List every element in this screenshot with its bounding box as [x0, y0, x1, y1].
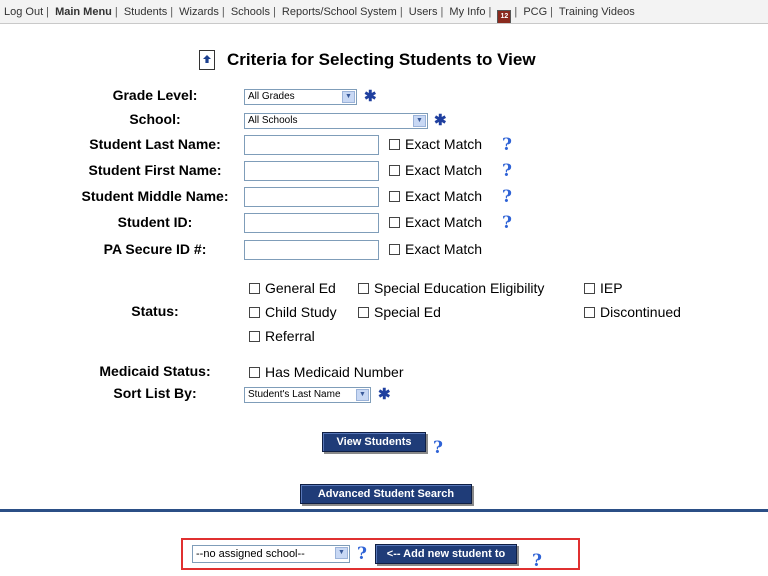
nav-training-videos[interactable]: Training Videos	[559, 6, 635, 18]
sort-list-by-label: Sort List By:	[113, 385, 197, 401]
middle-name-exact-match[interactable]: Exact Match	[389, 188, 482, 204]
required-asterisk-icon: ✱	[434, 112, 447, 129]
nav-schools[interactable]: Schools	[231, 6, 270, 18]
nav-reports-school-system[interactable]: Reports/School System	[282, 6, 397, 18]
nav-students[interactable]: Students	[124, 6, 167, 18]
student-middle-name-input[interactable]	[244, 187, 379, 207]
student-first-name-label: Student First Name:	[88, 162, 222, 178]
help-question-icon[interactable]: ?	[532, 553, 542, 570]
nav-main-menu[interactable]: Main Menu	[55, 6, 112, 18]
top-navigation-bar: Log Out | Main Menu | Students | Wizards | S…	[0, 0, 768, 24]
help-question-icon[interactable]: ?	[502, 189, 512, 206]
page-header: Criteria for Selecting Students to View	[199, 48, 536, 72]
status-iep-checkbox[interactable]	[584, 282, 595, 294]
add-new-student-button[interactable]: <-- Add new student to	[375, 544, 517, 564]
chevron-down-icon: ▼	[342, 91, 355, 103]
view-students-button[interactable]: View Students	[322, 432, 426, 452]
status-general-ed[interactable]: General Ed	[249, 280, 336, 296]
assigned-school-select[interactable]: --no assigned school-- ▼	[192, 545, 350, 563]
first-name-exact-match-checkbox[interactable]	[389, 164, 400, 176]
status-special-ed[interactable]: Special Ed	[358, 304, 441, 320]
pa-secure-id-input[interactable]	[244, 240, 379, 260]
status-special-education-eligibility-checkbox[interactable]	[358, 282, 369, 294]
help-question-icon[interactable]: ?	[502, 215, 512, 232]
middle-name-exact-match-checkbox[interactable]	[389, 190, 400, 202]
status-option-label: General Ed	[265, 280, 336, 296]
student-first-name-input[interactable]	[244, 161, 379, 181]
nav-my-info[interactable]: My Info	[449, 6, 485, 18]
school-select-value: All Schools	[248, 115, 298, 126]
help-question-icon[interactable]: ?	[502, 163, 512, 180]
chevron-down-icon: ▼	[356, 389, 369, 401]
grade-level-select-value: All Grades	[248, 91, 295, 102]
first-name-exact-match[interactable]: Exact Match	[389, 162, 482, 178]
status-general-ed-checkbox[interactable]	[249, 282, 260, 294]
exact-match-label: Exact Match	[405, 214, 483, 230]
sort-list-by-select[interactable]: Student's Last Name ▼	[244, 387, 371, 403]
student-last-name-input[interactable]	[244, 135, 379, 155]
student-middle-name-label: Student Middle Name:	[81, 188, 229, 204]
status-option-label: Special Ed	[374, 304, 441, 320]
status-option-label: IEP	[600, 280, 623, 296]
has-medicaid-number-checkbox[interactable]	[249, 366, 260, 378]
status-special-ed-checkbox[interactable]	[358, 306, 369, 318]
status-referral-checkbox[interactable]	[249, 330, 260, 342]
last-name-exact-match[interactable]: Exact Match	[389, 136, 482, 152]
calendar-grid-icon[interactable]: 12	[497, 10, 512, 23]
student-id-exact-match[interactable]: Exact Match	[389, 214, 482, 230]
exact-match-label: Exact Match	[405, 162, 483, 178]
help-question-icon[interactable]: ?	[433, 440, 443, 457]
school-select[interactable]: All Schools ▼	[244, 113, 428, 129]
status-referral[interactable]: Referral	[249, 328, 315, 344]
nav-pcg[interactable]: PCG	[523, 6, 547, 18]
advanced-student-search-button[interactable]: Advanced Student Search	[300, 484, 472, 504]
status-iep[interactable]: IEP	[584, 280, 623, 296]
last-name-exact-match-checkbox[interactable]	[389, 138, 400, 150]
medicaid-status-label: Medicaid Status:	[99, 363, 211, 379]
school-label: School:	[129, 111, 181, 127]
required-asterisk-icon: ✱	[364, 88, 377, 105]
status-child-study-checkbox[interactable]	[249, 306, 260, 318]
section-divider	[0, 509, 768, 512]
student-id-input[interactable]	[244, 213, 379, 233]
required-asterisk-icon: ✱	[378, 386, 391, 403]
status-option-label: Special Education Eligibility	[374, 280, 545, 296]
chevron-down-icon: ▼	[335, 547, 348, 559]
nav-wizards[interactable]: Wizards	[179, 6, 219, 18]
status-label: Status:	[131, 303, 179, 319]
grade-level-label: Grade Level:	[112, 87, 198, 103]
status-option-label: Child Study	[265, 304, 337, 320]
grade-level-select[interactable]: All Grades ▼	[244, 89, 357, 105]
pa-secure-id-label: PA Secure ID #:	[103, 241, 207, 257]
exact-match-label: Exact Match	[405, 136, 483, 152]
nav-log-out[interactable]: Log Out	[4, 6, 43, 18]
student-id-exact-match-checkbox[interactable]	[389, 216, 400, 228]
status-special-education-eligibility[interactable]: Special Education Eligibility	[358, 280, 544, 296]
exact-match-label: Exact Match	[405, 188, 483, 204]
has-medicaid-number-label: Has Medicaid Number	[265, 364, 404, 380]
status-discontinued[interactable]: Discontinued	[584, 304, 681, 320]
document-up-arrow-icon	[199, 50, 215, 70]
exact-match-label: Exact Match	[405, 241, 483, 257]
status-option-label: Discontinued	[600, 304, 681, 320]
has-medicaid-number[interactable]: Has Medicaid Number	[249, 364, 404, 380]
help-question-icon[interactable]: ?	[357, 546, 367, 563]
status-option-label: Referral	[265, 328, 315, 344]
status-child-study[interactable]: Child Study	[249, 304, 337, 320]
pa-secure-id-exact-match-checkbox[interactable]	[389, 243, 400, 255]
student-id-label: Student ID:	[117, 214, 193, 230]
assigned-school-select-value: --no assigned school--	[196, 548, 305, 560]
help-question-icon[interactable]: ?	[502, 137, 512, 154]
student-last-name-label: Student Last Name:	[89, 136, 221, 152]
status-discontinued-checkbox[interactable]	[584, 306, 595, 318]
nav-users[interactable]: Users	[409, 6, 438, 18]
sort-list-by-select-value: Student's Last Name	[248, 389, 341, 400]
chevron-down-icon: ▼	[413, 115, 426, 127]
pa-secure-id-exact-match[interactable]: Exact Match	[389, 241, 482, 257]
page-title: Criteria for Selecting Students to View	[227, 50, 536, 69]
